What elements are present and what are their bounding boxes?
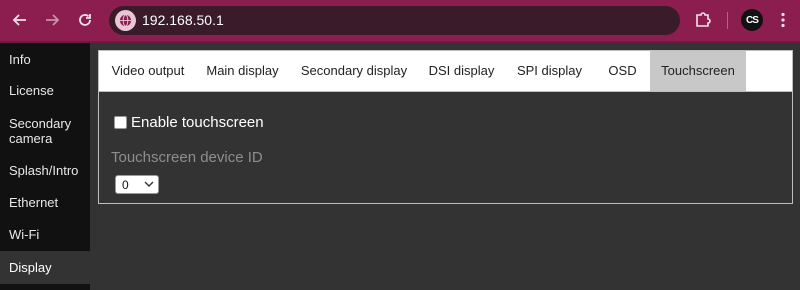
address-bar[interactable]: 192.168.50.1 [109,6,680,35]
sidebar-item-label: Ethernet [9,195,59,210]
enable-touchscreen-checkbox[interactable] [114,116,127,129]
sidebar-item-label: Splash/Intro [9,163,79,178]
sidebar-item-label: Wi-Fi [9,227,40,242]
toolbar-bottom-border [0,41,800,43]
tab-spi-display[interactable]: SPI display [503,51,596,91]
sidebar-item-label: License [9,83,54,98]
tab-secondary-display[interactable]: Secondary display [288,51,420,91]
select-value: 0 [122,178,129,192]
sidebar-item-info[interactable]: Info [0,52,90,67]
enable-touchscreen-label[interactable]: Enable touchscreen [131,114,264,131]
sidebar: Info License Secondary camera Splash/Int… [0,43,90,290]
tab-main-display[interactable]: Main display [197,51,288,91]
tab-osd[interactable]: OSD [596,51,649,91]
sidebar-item-license[interactable]: License [0,83,90,98]
arrow-right-icon [46,14,60,26]
browser-menu-button[interactable] [773,9,793,31]
site-info-button[interactable] [115,10,136,31]
touchscreen-device-id-label: Touchscreen device ID [111,149,263,166]
back-button[interactable] [8,8,32,32]
sidebar-item-label: Secondary camera [9,116,72,146]
tab-touchscreen[interactable]: Touchscreen [650,51,746,91]
extensions-button[interactable] [693,9,715,31]
tab-dsi-display[interactable]: DSI display [420,51,503,91]
reload-icon [79,14,91,26]
arrow-left-icon [12,14,26,26]
enable-touchscreen-row: Enable touchscreen [114,114,264,131]
url-text: 192.168.50.1 [142,12,224,28]
reload-button[interactable] [73,8,97,32]
sidebar-item-label: Display [9,260,52,275]
settings-panel: Video output Main display Secondary disp… [98,50,793,204]
touchscreen-device-id-select[interactable]: 0 [115,175,159,194]
tab-bar: Video output Main display Secondary disp… [99,51,792,92]
sidebar-item-splash-intro[interactable]: Splash/Intro [0,163,90,178]
profile-avatar[interactable]: CS [741,9,763,31]
sidebar-item-secondary-camera[interactable]: Secondary camera [0,116,80,146]
sidebar-item-wifi[interactable]: Wi-Fi [0,227,90,242]
kebab-menu-icon [781,12,785,28]
sidebar-item-display[interactable]: Display [0,251,90,284]
sidebar-item-ethernet[interactable]: Ethernet [0,195,90,210]
toolbar-divider [727,12,728,29]
tab-video-output[interactable]: Video output [99,51,197,91]
sidebar-item-label: Info [9,52,31,67]
globe-icon [119,14,132,27]
browser-toolbar: 192.168.50.1 CS [0,0,800,41]
chevron-down-icon [144,181,154,187]
forward-button[interactable] [40,8,64,32]
puzzle-icon [696,12,711,27]
